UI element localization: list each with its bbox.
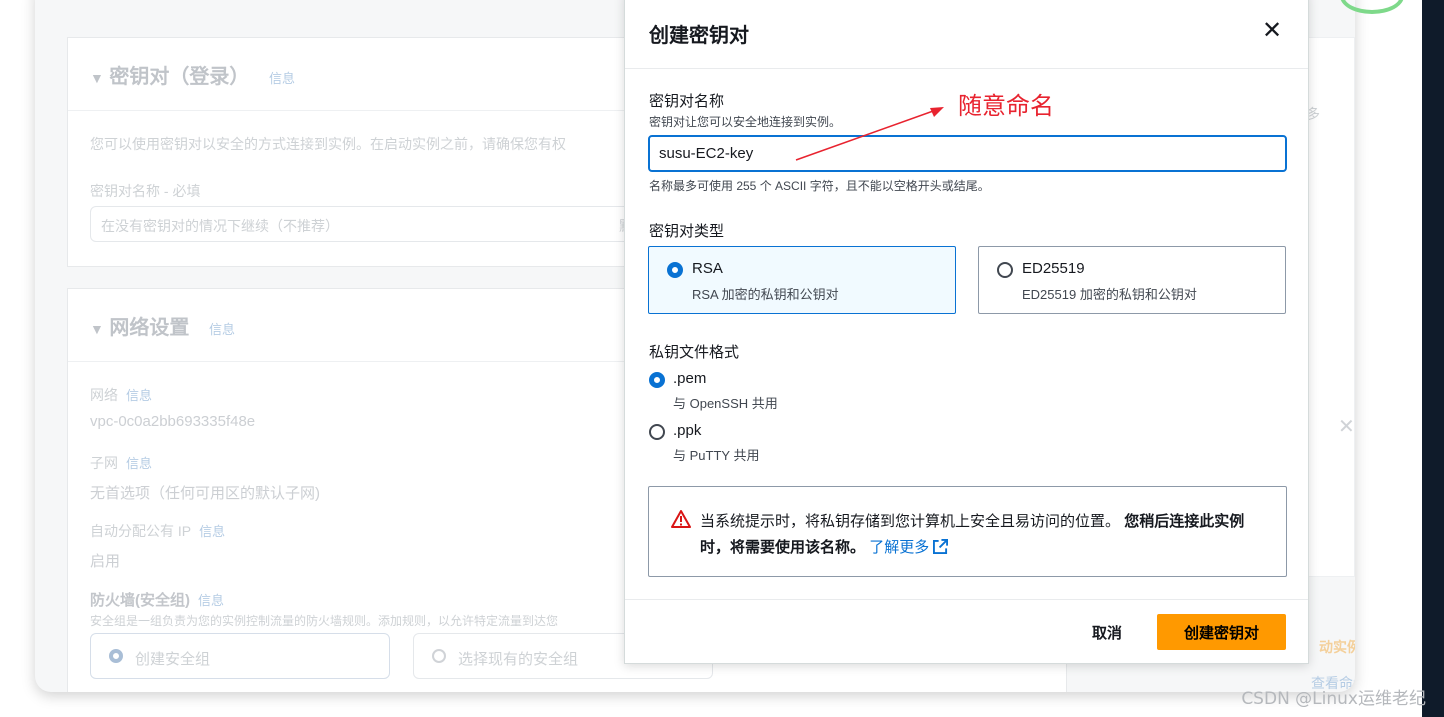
- cancel-button[interactable]: 取消: [1075, 614, 1139, 650]
- key-pair-name-label: 密钥对名称: [649, 93, 725, 110]
- type-tile-ed25519[interactable]: ED25519 ED25519 加密的私钥和公钥对: [978, 246, 1286, 314]
- format-pem-label: .pem: [673, 370, 707, 387]
- radio-ed25519[interactable]: [997, 262, 1013, 278]
- key-pair-type-label: 密钥对类型: [649, 223, 725, 240]
- type-tile-rsa[interactable]: RSA RSA 加密的私钥和公钥对: [648, 246, 956, 314]
- learn-more-link[interactable]: 了解更多: [869, 539, 949, 556]
- radio-ppk[interactable]: [649, 424, 665, 440]
- bg-close-icon: ✕: [1338, 416, 1355, 438]
- annotation-text: 随意命名: [958, 92, 1054, 120]
- format-ppk-desc: 与 PuTTY 共用: [673, 448, 760, 463]
- close-icon[interactable]: ✕: [1258, 17, 1286, 45]
- warning-icon: [671, 510, 691, 528]
- modal-header: 创建密钥对 ✕: [625, 0, 1308, 69]
- alert-text: 当系统提示时，将私钥存储到您计算机上安全且易访问的位置。 您稍后连接此实例时，将…: [700, 513, 1245, 556]
- radio-rsa[interactable]: [667, 262, 683, 278]
- type-ed25519-label: ED25519: [1022, 260, 1085, 277]
- radio-pem[interactable]: [649, 372, 665, 388]
- external-link-icon: [933, 539, 949, 554]
- key-pair-name-input[interactable]: [648, 135, 1287, 172]
- format-ppk-label: .ppk: [673, 422, 702, 439]
- modal-title: 创建密钥对: [649, 25, 749, 47]
- key-pair-name-desc: 密钥对让您可以安全地连接到实例。: [649, 115, 842, 129]
- private-key-format-label: 私钥文件格式: [649, 344, 740, 361]
- type-ed25519-desc: ED25519 加密的私钥和公钥对: [1022, 287, 1197, 302]
- format-pem-desc: 与 OpenSSH 共用: [673, 396, 778, 411]
- warning-alert: 当系统提示时，将私钥存储到您计算机上安全且易访问的位置。 您稍后连接此实例时，将…: [648, 486, 1287, 577]
- right-edge-strip: [1422, 0, 1444, 717]
- modal-footer: 取消 创建密钥对: [625, 599, 1308, 665]
- type-rsa-desc: RSA 加密的私钥和公钥对: [692, 287, 839, 302]
- key-pair-name-constraint: 名称最多可使用 255 个 ASCII 字符，且不能以空格开头或结尾。: [649, 179, 990, 193]
- watermark: CSDN @Linux运维老纪: [1241, 689, 1426, 709]
- create-key-pair-button[interactable]: 创建密钥对: [1157, 614, 1286, 650]
- type-rsa-label: RSA: [692, 260, 723, 277]
